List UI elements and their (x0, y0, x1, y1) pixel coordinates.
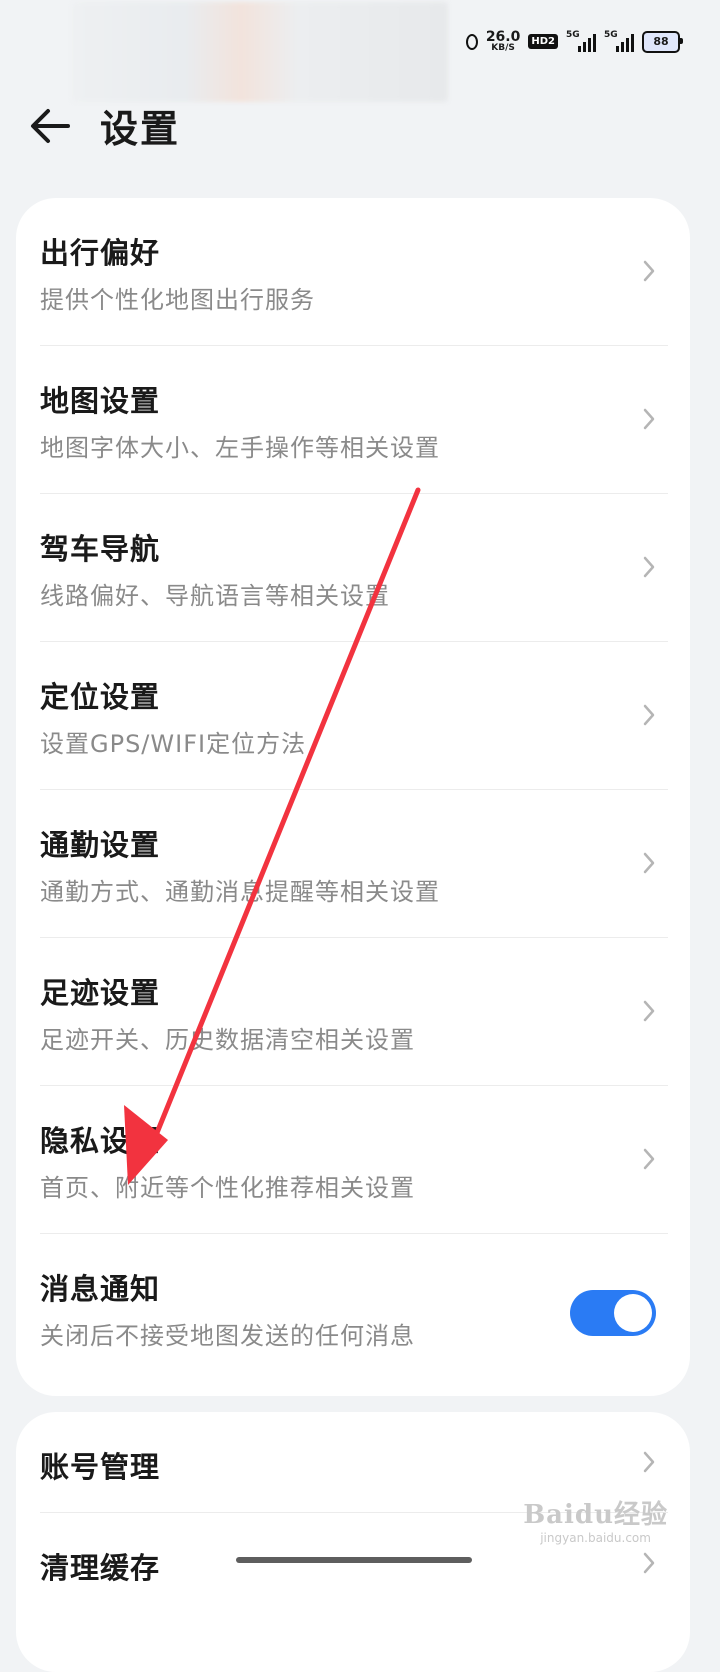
settings-item-travel-preference[interactable]: 出行偏好 提供个性化地图出行服务 (40, 198, 668, 346)
settings-card: 出行偏好 提供个性化地图出行服务 地图设置 地图字体大小、左手操作等相关设置 驾… (16, 198, 690, 1396)
settings-item-title: 消息通知 (40, 1272, 161, 1306)
signal-icon-sim1: 5G (566, 29, 596, 52)
battery-level: 88 (653, 35, 669, 48)
network-speed-value: 26.0 (485, 29, 521, 45)
settings-item-subtitle: 地图字体大小、左手操作等相关设置 (40, 434, 440, 462)
settings-item-subtitle: 足迹开关、历史数据清空相关设置 (40, 1026, 415, 1054)
hd-voice-icon: HD2 (528, 34, 558, 49)
signal-icon-sim2: 5G (604, 29, 634, 52)
chevron-right-icon (643, 260, 655, 282)
settings-item-title: 出行偏好 (40, 236, 161, 270)
notification-toggle[interactable] (570, 1290, 656, 1336)
settings-item-subtitle: 设置GPS/WIFI定位方法 (40, 730, 307, 758)
settings-item-commute-settings[interactable]: 通勤设置 通勤方式、通勤消息提醒等相关设置 (40, 790, 668, 938)
settings-item-subtitle: 线路偏好、导航语言等相关设置 (40, 582, 390, 610)
settings-item-footprint-settings[interactable]: 足迹设置 足迹开关、历史数据清空相关设置 (40, 938, 668, 1086)
toggle-knob (614, 1294, 652, 1332)
watermark-logo: Baidu经验 (523, 1500, 668, 1530)
settings-item-title: 定位设置 (40, 680, 161, 714)
nfc-icon (465, 33, 478, 50)
chevron-right-icon (643, 1148, 655, 1170)
signal1-label: 5G (566, 29, 580, 40)
settings-item-notifications: 消息通知 关闭后不接受地图发送的任何消息 (40, 1234, 668, 1381)
signal2-label: 5G (604, 29, 618, 40)
settings-item-title: 清理缓存 (40, 1551, 161, 1585)
settings-item-subtitle: 提供个性化地图出行服务 (40, 286, 315, 314)
settings-item-driving-navigation[interactable]: 驾车导航 线路偏好、导航语言等相关设置 (40, 494, 668, 642)
settings-item-title: 隐私设置 (40, 1124, 161, 1158)
chevron-right-icon (643, 556, 655, 578)
back-arrow-icon[interactable] (28, 102, 76, 150)
chevron-right-icon (643, 704, 655, 726)
page-title: 设置 (100, 107, 181, 151)
header: 设置 (0, 90, 720, 170)
settings-item-location-settings[interactable]: 定位设置 设置GPS/WIFI定位方法 (40, 642, 668, 790)
settings-item-subtitle: 通勤方式、通勤消息提醒等相关设置 (40, 878, 440, 906)
settings-item-title: 驾车导航 (40, 532, 161, 566)
blurred-notification-area (72, 2, 448, 102)
settings-item-title: 地图设置 (40, 384, 161, 418)
chevron-right-icon (643, 1451, 655, 1473)
settings-item-title: 通勤设置 (40, 828, 161, 862)
settings-item-privacy-settings[interactable]: 隐私设置 首页、附近等个性化推荐相关设置 (40, 1086, 668, 1234)
settings-item-map-settings[interactable]: 地图设置 地图字体大小、左手操作等相关设置 (40, 346, 668, 494)
settings-item-subtitle: 关闭后不接受地图发送的任何消息 (40, 1322, 415, 1350)
chevron-right-icon (643, 1000, 655, 1022)
settings-item-title: 足迹设置 (40, 976, 161, 1010)
chevron-right-icon (643, 1552, 655, 1574)
settings-item-subtitle: 首页、附近等个性化推荐相关设置 (40, 1174, 415, 1202)
settings-item-title: 账号管理 (40, 1450, 161, 1484)
network-speed: 26.0 KB/S (486, 30, 521, 53)
network-speed-unit: KB/S (491, 43, 515, 53)
chevron-right-icon (643, 408, 655, 430)
watermark-url: jingyan.baidu.com (540, 1531, 651, 1545)
baidu-jingyan-watermark: Baidu经验 jingyan.baidu.com (523, 1494, 668, 1545)
status-icons: 26.0 KB/S HD2 5G 5G 88 (465, 29, 683, 53)
chevron-right-icon (643, 852, 655, 874)
battery-icon: 88 (642, 30, 683, 53)
home-indicator[interactable] (236, 1557, 472, 1563)
status-bar: 26.0 KB/S HD2 5G 5G 88 (0, 0, 720, 102)
